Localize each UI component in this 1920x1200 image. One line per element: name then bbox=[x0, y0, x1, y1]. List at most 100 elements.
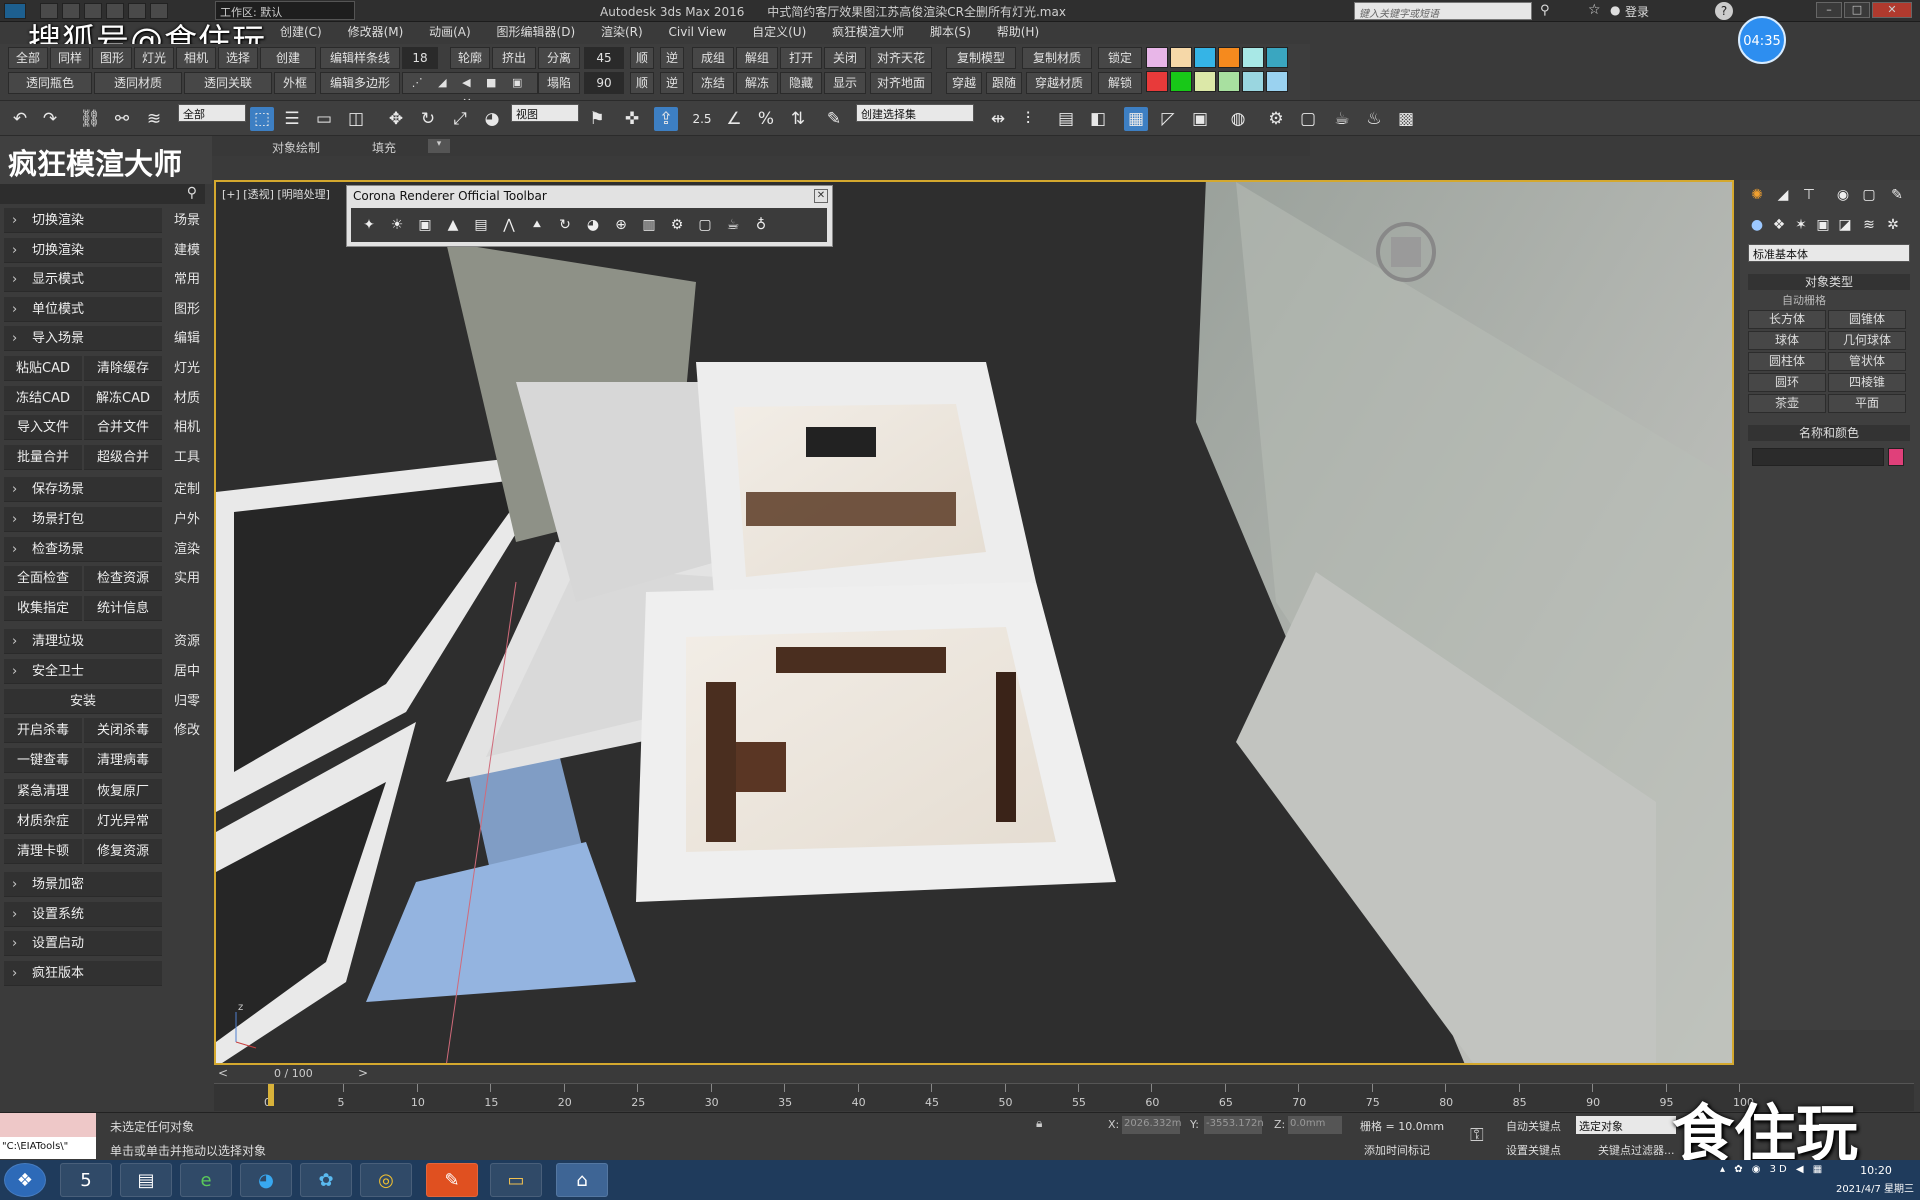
left-pair-button[interactable]: 全面检查 bbox=[4, 566, 82, 592]
layer-manager-icon[interactable]: ▤ bbox=[1054, 107, 1078, 131]
box-button[interactable]: 长方体 bbox=[1748, 310, 1826, 329]
create-tab-icon[interactable]: ✺ bbox=[1746, 184, 1768, 206]
next-frame-icon[interactable]: > bbox=[358, 1066, 368, 1080]
tool-cw-1[interactable]: 顺 bbox=[630, 47, 654, 69]
tool-align-ground[interactable]: 对齐地面 bbox=[870, 72, 932, 94]
shapes-icon[interactable]: ❖ bbox=[1768, 214, 1790, 236]
tray-date[interactable]: 2021/4/7 星期三 bbox=[1830, 1180, 1920, 1195]
y-coordinate-field[interactable]: -3553.172n bbox=[1204, 1116, 1264, 1134]
left-search-bar[interactable]: ⚲ bbox=[0, 184, 205, 204]
tool-detach[interactable]: 分离 bbox=[538, 47, 580, 69]
tool-open[interactable]: 打开 bbox=[780, 47, 822, 69]
utilities-tab-icon[interactable]: ✎ bbox=[1886, 184, 1908, 206]
tool-all[interactable]: 全部 bbox=[8, 47, 48, 69]
tool-select-same-color[interactable]: 透同瓶色 bbox=[8, 72, 92, 94]
time-playhead[interactable] bbox=[268, 1084, 274, 1106]
ribbon-options-icon[interactable]: ▾ bbox=[428, 139, 450, 153]
tube-button[interactable]: 管状体 bbox=[1828, 352, 1906, 371]
menu-graph-editors[interactable]: 图形编辑器(D) bbox=[497, 23, 576, 40]
geometry-icon[interactable]: ● bbox=[1746, 214, 1768, 236]
left-item-4-2[interactable]: › 设置启动 bbox=[4, 931, 162, 957]
left-pair-button[interactable]: 清理病毒 bbox=[84, 748, 162, 774]
category-tab[interactable]: 相机 bbox=[167, 415, 207, 440]
curve-editor-icon[interactable]: ◸ bbox=[1156, 107, 1180, 131]
left-pair-button[interactable]: 批量合并 bbox=[4, 444, 82, 470]
taskbar-app-5[interactable]: 5 bbox=[60, 1163, 112, 1197]
taskbar-paint-icon[interactable]: ✎ bbox=[426, 1163, 478, 1197]
lock-selection-icon[interactable]: 🔒︎ bbox=[1036, 1116, 1042, 1131]
left-item-3-1[interactable]: › 安全卫士 bbox=[4, 659, 162, 684]
object-category-dropdown[interactable]: 标准基本体 bbox=[1748, 244, 1910, 262]
corona-light-icon[interactable]: ✦ bbox=[359, 215, 379, 235]
star-icon[interactable]: ☆ bbox=[1588, 2, 1601, 18]
menu-plugin[interactable]: 疯狂模渲大师 bbox=[832, 23, 904, 40]
menu-civil-view[interactable]: Civil View bbox=[669, 25, 727, 39]
swatch-bottom-3[interactable] bbox=[1194, 71, 1216, 92]
reference-coord-dropdown[interactable]: 视图 bbox=[511, 104, 579, 122]
category-tab[interactable]: 实用 bbox=[167, 566, 207, 591]
taskbar-3dsmax-icon[interactable]: ⌂ bbox=[556, 1163, 608, 1197]
swatch-top-4[interactable] bbox=[1218, 47, 1240, 68]
torus-button[interactable]: 圆环 bbox=[1748, 373, 1826, 392]
window-crossing-icon[interactable]: ◫ bbox=[344, 107, 368, 131]
tool-same[interactable]: 同样 bbox=[50, 47, 90, 69]
maxscript-listener[interactable] bbox=[0, 1113, 96, 1137]
time-slider[interactable]: < 0 / 100 > bbox=[214, 1065, 1734, 1083]
snap-icons[interactable]: ⋰ ◢ ◀ ■ ▣ ✕ bbox=[402, 72, 538, 109]
taskbar-explorer-icon[interactable]: ▭ bbox=[490, 1163, 542, 1197]
left-item-0[interactable]: › 切换渲染 bbox=[4, 208, 162, 233]
category-tab[interactable]: 定制 bbox=[167, 477, 207, 502]
align-icon[interactable]: ⫶ bbox=[1016, 107, 1040, 131]
keyboard-shortcut-icon[interactable]: ⇪ bbox=[654, 107, 678, 131]
viewport-label[interactable]: [+] [透视] [明暗处理] bbox=[222, 186, 330, 202]
taskbar-app-icon[interactable]: ✿ bbox=[300, 1163, 352, 1197]
category-tab[interactable]: 渲染 bbox=[167, 537, 207, 562]
left-item-4-3[interactable]: › 疯狂版本 bbox=[4, 961, 162, 986]
left-item-4-1[interactable]: › 设置系统 bbox=[4, 901, 162, 927]
object-type-rollout[interactable]: 对象类型 bbox=[1748, 274, 1910, 290]
category-tab[interactable]: 场景 bbox=[167, 208, 207, 233]
left-pair-button[interactable]: 清除缓存 bbox=[84, 356, 162, 381]
lights-icon[interactable]: ✶ bbox=[1790, 214, 1812, 236]
corona-material-library-icon[interactable]: ▤ bbox=[471, 215, 491, 235]
swatch-top-2[interactable] bbox=[1170, 47, 1192, 68]
user-icon[interactable]: ● bbox=[1610, 3, 1620, 17]
tool-align-ceiling[interactable]: 对齐天花 bbox=[870, 47, 932, 69]
tool-pass-through[interactable]: 穿越 bbox=[946, 72, 982, 94]
left-pair-button[interactable]: 粘贴CAD bbox=[4, 356, 82, 381]
swatch-top-3[interactable] bbox=[1194, 47, 1216, 68]
left-pair-button[interactable]: 清理卡顿 bbox=[4, 839, 82, 864]
left-item-2-0[interactable]: › 保存场景 bbox=[4, 477, 162, 503]
category-tab[interactable]: 灯光 bbox=[167, 356, 207, 381]
menu-rendering[interactable]: 渲染(R) bbox=[601, 23, 643, 40]
add-time-tag[interactable]: 添加时间标记 bbox=[1364, 1142, 1430, 1158]
key-selection-dropdown[interactable]: 选定对象 bbox=[1576, 1116, 1676, 1134]
tool-select[interactable]: 选择 bbox=[218, 47, 258, 69]
taskbar-chrome-icon[interactable]: ◎ bbox=[360, 1163, 412, 1197]
corona-bulb-icon[interactable]: ♁ bbox=[751, 215, 771, 235]
render-icon[interactable]: ☕ bbox=[1330, 107, 1354, 131]
minimize-button[interactable]: – bbox=[1816, 2, 1842, 18]
name-color-rollout[interactable]: 名称和颜色 bbox=[1748, 425, 1910, 441]
tool-unfreeze[interactable]: 解冻 bbox=[736, 72, 778, 94]
menu-modifiers[interactable]: 修改器(M) bbox=[348, 23, 404, 40]
key-filters-button[interactable]: 关键点过滤器... bbox=[1598, 1142, 1675, 1158]
tool-unlock[interactable]: 解锁 bbox=[1098, 72, 1142, 94]
perspective-viewport[interactable]: z bbox=[214, 180, 1734, 1065]
left-item-2-2[interactable]: › 检查场景 bbox=[4, 536, 162, 562]
category-tab[interactable]: 居中 bbox=[167, 659, 207, 684]
corona-camera-icon[interactable]: ▣ bbox=[415, 215, 435, 235]
teapot-button[interactable]: 茶壶 bbox=[1748, 394, 1826, 413]
pyramid-button[interactable]: 四棱锥 bbox=[1828, 373, 1906, 392]
tool-create[interactable]: 创建 bbox=[260, 47, 316, 69]
key-icon[interactable]: ⚿ bbox=[1470, 1125, 1484, 1146]
spinner-angle[interactable]: 45 bbox=[584, 47, 624, 69]
angle-snap-icon[interactable]: ∠ bbox=[722, 107, 746, 131]
menu-customize[interactable]: 自定义(U) bbox=[752, 23, 806, 40]
tool-select-same-material[interactable]: 透同材质 bbox=[94, 72, 182, 94]
swatch-bottom-5[interactable] bbox=[1242, 71, 1264, 92]
object-color-swatch[interactable] bbox=[1888, 448, 1904, 466]
tool-cw-2[interactable]: 顺 bbox=[630, 72, 654, 94]
tool-edit-poly[interactable]: 编辑多边形 bbox=[320, 72, 400, 94]
tool-copy-model[interactable]: 复制模型 bbox=[946, 47, 1016, 69]
